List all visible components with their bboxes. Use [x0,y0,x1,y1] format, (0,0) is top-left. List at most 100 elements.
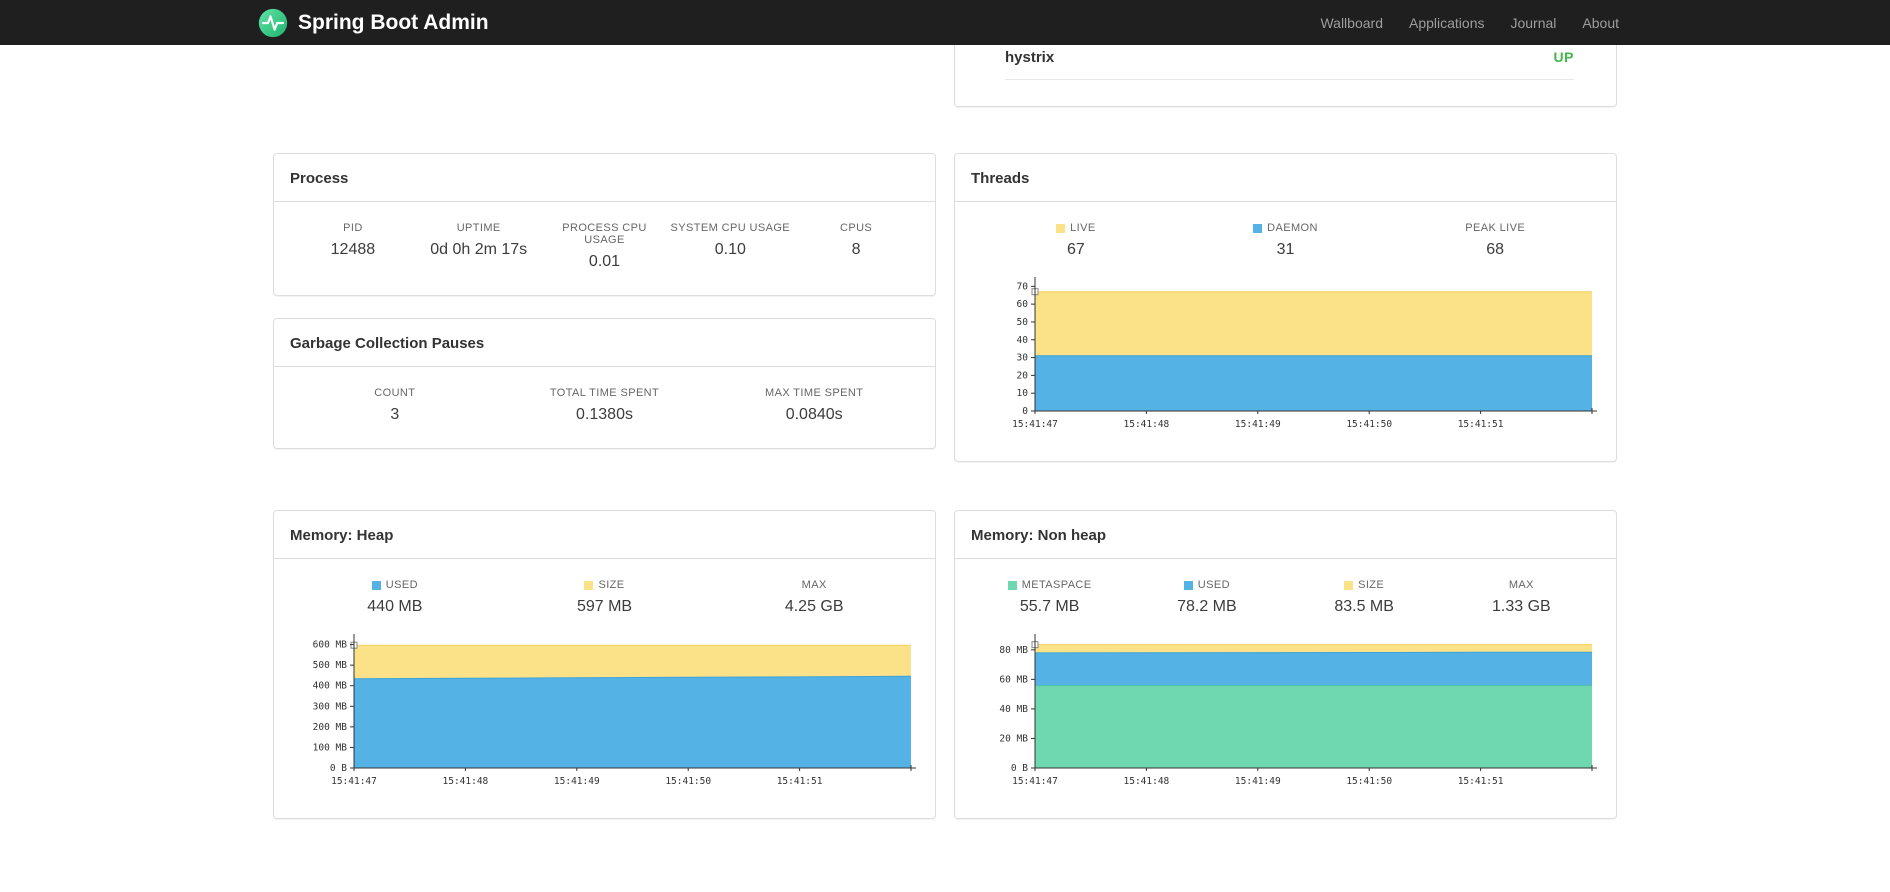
svg-text:15:41:48: 15:41:48 [1124,419,1170,430]
gc-panel: Garbage Collection Pauses COUNT 3 TOTAL … [273,318,936,449]
nav-item-journal[interactable]: Journal [1497,15,1569,31]
svg-text:20: 20 [1017,370,1029,381]
metric-value: 83.5 MB [1334,598,1394,615]
svg-text:15:41:51: 15:41:51 [1458,419,1504,430]
health-status-badge: UP [1553,49,1574,65]
svg-text:0 B: 0 B [1011,763,1028,774]
metric-label: PEAK LIVE [1465,222,1526,234]
metric-value: 67 [1066,241,1085,258]
metric-label: METASPACE [971,579,1128,591]
metric-value: 0.0840s [785,406,843,423]
memory-heap-chart: 0 B 100 MB 200 MB 300 MB 400 MB 500 MB 600 MB 1… [313,634,916,787]
svg-text:0 B: 0 B [330,763,347,774]
metric-label: MAX [801,579,827,591]
metric-value: 1.33 GB [1492,598,1551,615]
metric-pid: PID 12488 [290,222,416,271]
memory-nonheap-panel: Memory: Non heap METASPACE 55.7 MB USED … [954,510,1617,819]
nav-item-wallboard[interactable]: Wallboard [1307,15,1396,31]
svg-text:15:41:50: 15:41:50 [1346,776,1392,787]
metric-label: SIZE [500,579,710,591]
svg-text:15:41:47: 15:41:47 [1012,776,1058,787]
heap-metrics: USED 440 MB SIZE 597 MB MAX 4.25 GB [290,579,919,616]
threads-metrics: LIVE 67 DAEMON 31 PEAK LIVE 68 [971,222,1600,259]
gc-metrics: COUNT 3 TOTAL TIME SPENT 0.1380s MAX TIM… [290,387,919,424]
metric-label: LIVE [971,222,1181,234]
metric-label: CPUS [840,222,873,234]
threads-panel: Threads LIVE 67 DAEMON 31 PEAK LIVE 68 0… [954,153,1617,462]
metric-gc-max-time: MAX TIME SPENT 0.0840s [709,387,919,424]
gc-panel-title: Garbage Collection Pauses [274,319,935,367]
svg-text:60: 60 [1017,299,1029,310]
metric-metaspace: METASPACE 55.7 MB [971,579,1128,616]
metric-label: MAX [1508,579,1534,591]
legend-chip-daemon [1253,223,1263,233]
memory-row: Memory: Heap USED 440 MB SIZE 597 MB MAX… [273,510,1617,819]
svg-text:15:41:47: 15:41:47 [1012,419,1058,430]
metric-value: 78.2 MB [1177,598,1237,615]
svg-text:500 MB: 500 MB [313,660,348,671]
metric-label: SYSTEM CPU USAGE [670,222,791,234]
metric-value: 8 [851,241,861,258]
brand[interactable]: Spring Boot Admin [258,8,489,38]
metric-value: 0.10 [714,241,746,258]
metric-label: USED [290,579,500,591]
middle-row: Process PID 12488 UPTIME 0d 0h 2m 17s PR… [273,153,1617,462]
legend-chip-heap-size [584,580,594,590]
brand-title: Spring Boot Admin [298,10,489,34]
metric-heap-size: SIZE 597 MB [500,579,710,616]
health-row-hystrix: hystrix UP [1005,49,1574,80]
metric-nonheap-max: MAX 1.33 GB [1443,579,1600,616]
main-content: hystrix UP Process PID 12488 UPTIME 0d 0… [273,0,1617,819]
metric-label: TOTAL TIME SPENT [549,387,660,399]
nav-item-about[interactable]: About [1569,15,1632,31]
metric-label: SIZE [1286,579,1443,591]
metric-peak-live: PEAK LIVE 68 [1390,222,1600,259]
metric-cpus: CPUS 8 [793,222,919,271]
svg-text:200 MB: 200 MB [313,722,348,733]
metric-label: DAEMON [1181,222,1391,234]
svg-text:15:41:47: 15:41:47 [331,776,377,787]
memory-heap-panel-title: Memory: Heap [274,511,935,559]
metric-value: 55.7 MB [1019,598,1080,615]
process-panel: Process PID 12488 UPTIME 0d 0h 2m 17s PR… [273,153,936,296]
svg-text:15:41:48: 15:41:48 [1124,776,1170,787]
svg-text:60 MB: 60 MB [999,674,1028,685]
svg-text:50: 50 [1017,317,1029,328]
svg-text:40 MB: 40 MB [999,704,1028,715]
svg-text:15:41:49: 15:41:49 [554,776,600,787]
metric-system-cpu-usage: SYSTEM CPU USAGE 0.10 [667,222,793,271]
threads-panel-title: Threads [955,154,1616,202]
svg-text:15:41:50: 15:41:50 [1346,419,1392,430]
metric-gc-total-time: TOTAL TIME SPENT 0.1380s [500,387,710,424]
metric-value: 3 [390,406,400,423]
memory-heap-panel: Memory: Heap USED 440 MB SIZE 597 MB MAX… [273,510,936,819]
metric-nonheap-used: USED 78.2 MB [1128,579,1285,616]
metric-label: COUNT [374,387,416,399]
metric-process-cpu-usage: PROCESS CPU USAGE 0.01 [542,222,668,271]
legend-chip-heap-used [371,580,381,590]
metric-nonheap-size: SIZE 83.5 MB [1286,579,1443,616]
svg-text:600 MB: 600 MB [313,640,348,651]
metric-value: 597 MB [576,598,633,615]
threads-chart: 0 10 20 30 40 50 60 70 15:41:47 15:41:48 15:41:49 1… [1012,277,1597,430]
legend-chip-metaspace [1007,580,1017,590]
svg-text:80 MB: 80 MB [999,645,1028,656]
legend-chip-live [1056,223,1066,233]
metric-gc-count: COUNT 3 [290,387,500,424]
svg-text:30: 30 [1017,353,1029,364]
process-metrics: PID 12488 UPTIME 0d 0h 2m 17s PROCESS CP… [290,222,919,271]
nav-item-applications[interactable]: Applications [1396,15,1498,31]
metric-value: 31 [1276,241,1295,258]
metric-value: 68 [1486,241,1505,258]
metric-live: LIVE 67 [971,222,1181,259]
spring-boot-admin-logo-icon [258,8,288,38]
metric-value: 12488 [330,241,376,258]
svg-text:40: 40 [1017,335,1029,346]
metric-heap-used: USED 440 MB [290,579,500,616]
svg-text:15:41:51: 15:41:51 [777,776,823,787]
metric-value: 0.01 [588,253,621,270]
metric-label: PID [343,222,363,234]
svg-text:0: 0 [1022,406,1028,417]
svg-text:20 MB: 20 MB [999,733,1028,744]
svg-text:400 MB: 400 MB [313,681,348,692]
